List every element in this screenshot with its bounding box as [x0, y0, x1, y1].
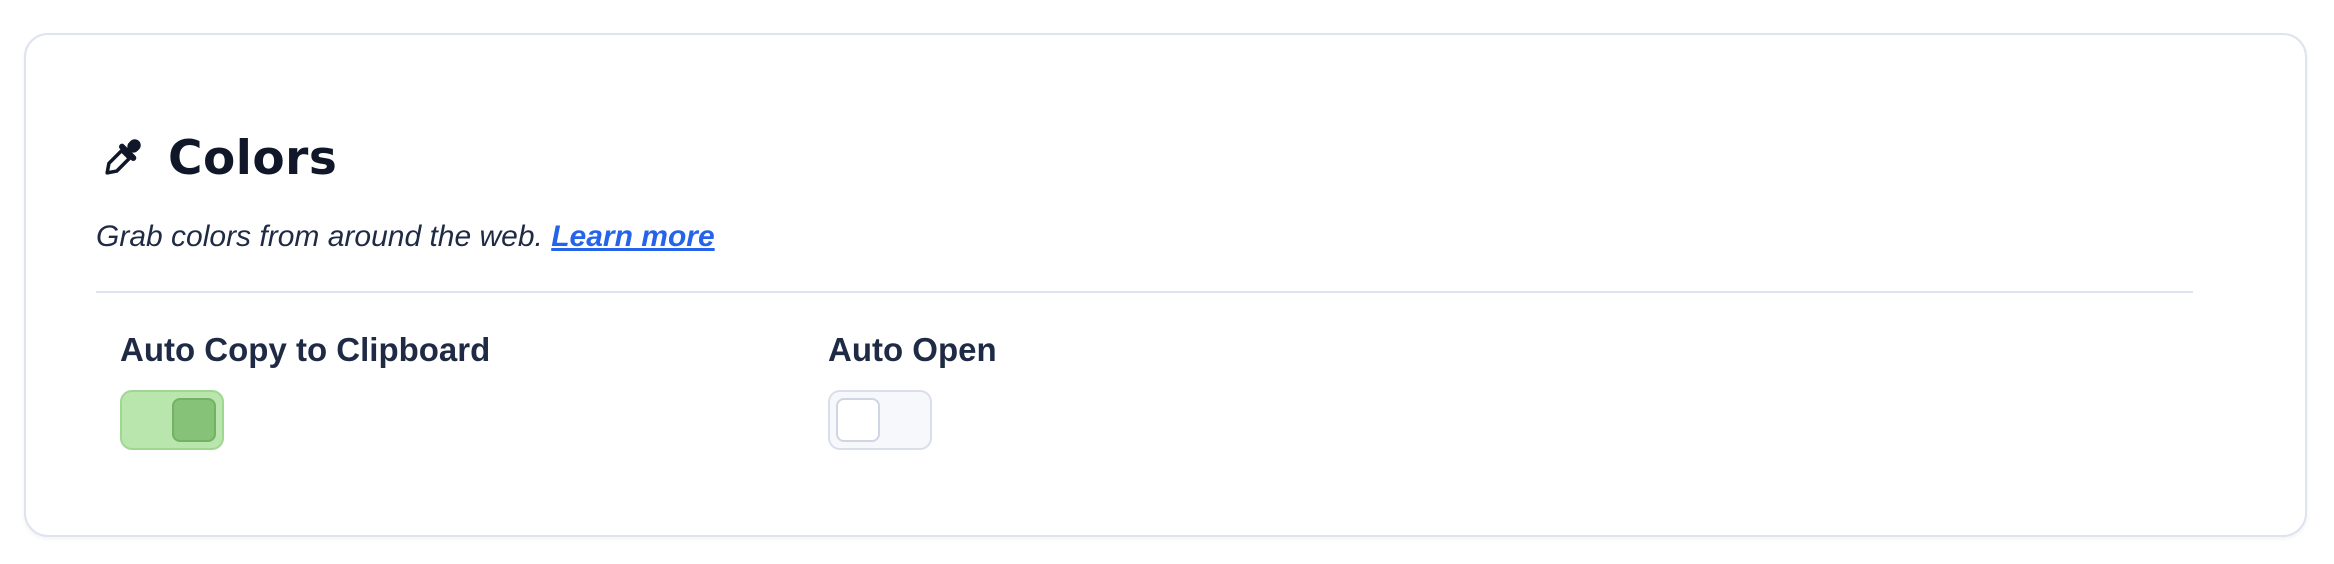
section-title: Colors [168, 130, 338, 186]
auto-open-toggle[interactable] [828, 390, 932, 450]
description-text: Grab colors from around the web. [96, 220, 543, 253]
colors-settings-card [24, 33, 2307, 537]
divider [96, 291, 2193, 293]
section-description: Grab colors from around the web. Learn m… [96, 220, 715, 254]
auto-open-label: Auto Open [828, 331, 997, 368]
setting-auto-open: Auto Open [828, 330, 997, 450]
learn-more-link[interactable]: Learn more [551, 220, 714, 253]
toggle-knob [836, 398, 880, 442]
toggle-knob [172, 398, 216, 442]
setting-auto-copy: Auto Copy to Clipboard [120, 330, 490, 450]
auto-copy-toggle[interactable] [120, 390, 224, 450]
eyedropper-icon [96, 132, 148, 184]
section-header: Colors [96, 128, 337, 188]
auto-copy-label: Auto Copy to Clipboard [120, 331, 491, 368]
